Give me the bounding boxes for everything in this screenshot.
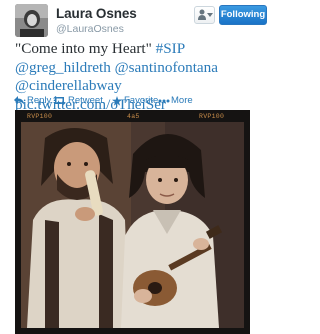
favorite-label: Favorite	[124, 95, 159, 106]
retweet-button[interactable]: Retweet	[53, 95, 109, 107]
more-label: More	[171, 95, 193, 106]
reply-icon	[14, 96, 24, 105]
tweet-quote: "Come into my Heart"	[15, 40, 152, 57]
favorite-button[interactable]: Favorite	[112, 95, 158, 107]
more-button[interactable]: More	[158, 95, 193, 107]
star-icon	[112, 96, 122, 106]
display-name[interactable]: Laura Osnes	[56, 6, 137, 21]
avatar[interactable]	[15, 4, 48, 37]
film-mark-center: 4a5	[127, 113, 140, 120]
retweet-icon	[53, 96, 66, 105]
mention-link[interactable]: @santinofontana	[115, 59, 218, 76]
user-icon	[198, 9, 206, 20]
user-actions-dropdown-button[interactable]	[194, 6, 215, 24]
photo-image	[15, 110, 250, 334]
reply-label: Reply	[27, 95, 52, 106]
following-button[interactable]: Following	[219, 5, 267, 25]
username[interactable]: @LauraOsnes	[56, 23, 124, 35]
mention-link[interactable]: @cinderellabway	[15, 77, 122, 94]
film-mark-left: RVP100	[27, 113, 53, 120]
film-mark-right: RVP100	[199, 113, 225, 120]
avatar-image	[15, 4, 48, 37]
more-dots-icon	[158, 99, 170, 103]
reply-button[interactable]: Reply	[14, 95, 52, 107]
chevron-down-icon	[207, 13, 213, 17]
mention-link[interactable]: @greg_hildreth	[15, 59, 111, 76]
hashtag-link[interactable]: #SIP	[156, 40, 185, 57]
tweet-photo[interactable]: RVP100 4a5 RVP100	[15, 110, 250, 334]
retweet-label: Retweet	[68, 95, 103, 106]
